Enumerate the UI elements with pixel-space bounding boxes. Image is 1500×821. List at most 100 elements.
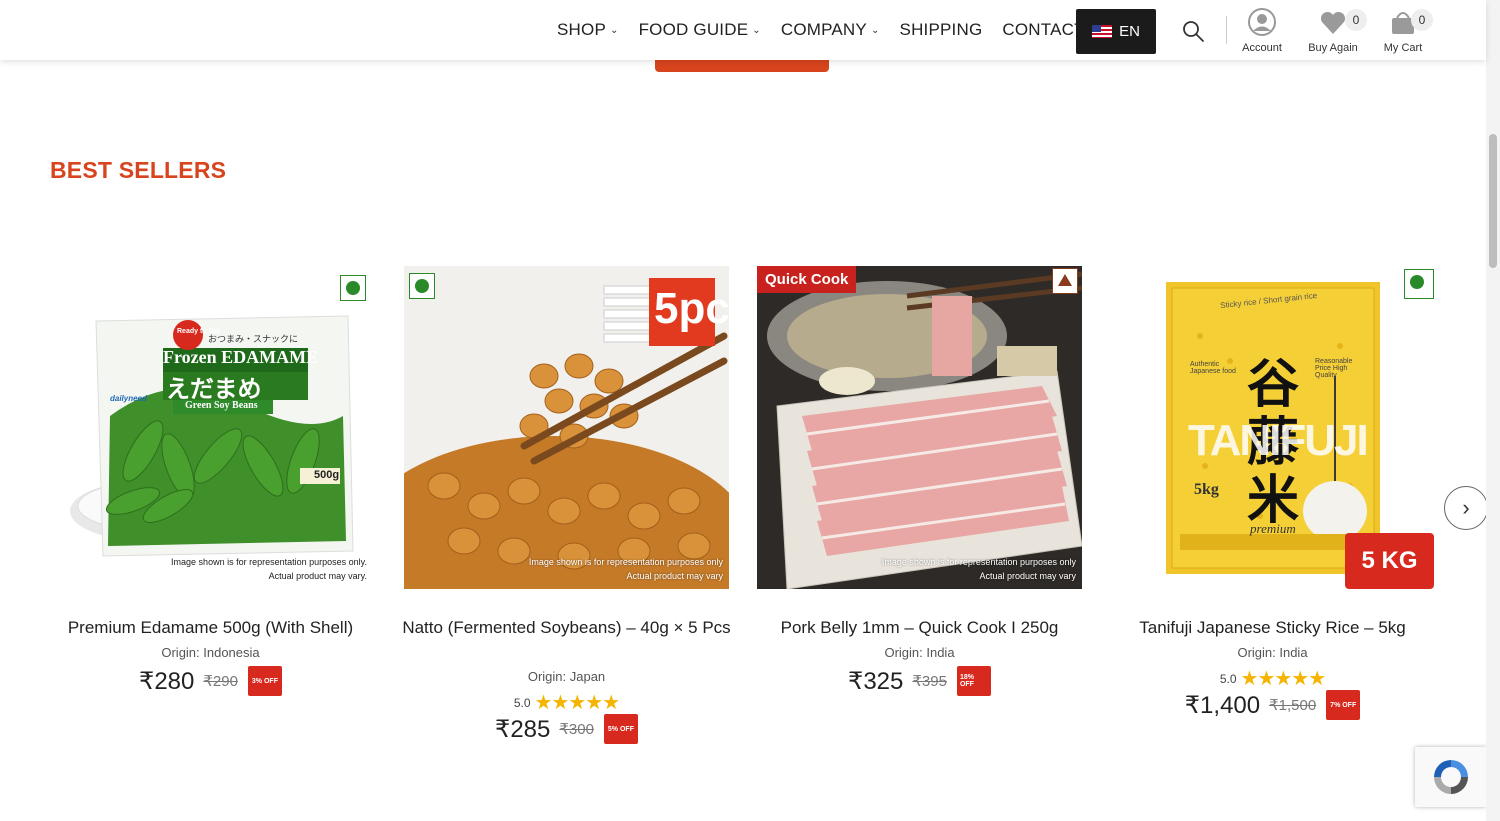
nav-company-label: COMPANY	[780, 20, 867, 39]
pack-title: Frozen EDAMAME	[163, 347, 319, 367]
product-mrp: ₹290	[203, 673, 238, 690]
chevron-down-icon: ⌄	[870, 24, 880, 36]
product-origin: Origin: Japan	[527, 669, 606, 684]
nav-shop-label: SHOP	[557, 20, 606, 39]
site-header: SHOP ⌄ FOOD GUIDE ⌄ COMPANY ⌄ SHIPPING CONT…	[0, 0, 1486, 60]
product-mrp: ₹395	[912, 673, 947, 690]
image-disclaimer: Image shown is for representation purpos…	[171, 555, 367, 583]
image-disclaimer: Image shown is for representation purpos…	[529, 555, 723, 583]
product-price: ₹280	[139, 667, 195, 695]
heart-icon	[1320, 11, 1346, 34]
disclaimer-line-2: Actual product may vary.	[268, 571, 367, 581]
product-name[interactable]: Tanifuji Japanese Sticky Rice – 5kg	[1100, 616, 1445, 639]
buy-again-count-badge: 0	[1345, 9, 1367, 31]
cart-link[interactable]: My Cart 0	[1373, 7, 1433, 54]
cart-label: My Cart	[1383, 42, 1423, 54]
product-image[interactable]: 谷藤米 TANIFUJI Sticky rice / Short grain r…	[1110, 266, 1435, 589]
product-name[interactable]: Pork Belly 1mm – Quick Cook I 250g	[747, 616, 1092, 639]
nav-food-guide-label: FOOD GUIDE	[638, 20, 749, 39]
rating-value: 5.0	[1219, 672, 1237, 686]
pack-count-tag: 5pc	[654, 284, 729, 333]
discount-badge: 5% OFF	[603, 714, 638, 744]
disclaimer-line-1: Image shown is for representation purpos…	[528, 557, 723, 567]
product-price: ₹325	[848, 667, 904, 695]
search-icon[interactable]	[1181, 19, 1205, 43]
nav-shop[interactable]: SHOP ⌄	[557, 19, 619, 41]
header-divider	[1226, 16, 1227, 44]
discount-badge: 7% OFF	[1326, 690, 1361, 720]
veg-indicator-icon	[340, 275, 366, 301]
pork-belly-illustration	[757, 266, 1082, 589]
pack-left-note: Authentic Japanese food	[1190, 361, 1236, 375]
us-flag-icon	[1092, 25, 1113, 38]
account-label: Account	[1242, 42, 1282, 54]
price-row: ₹285 ₹300 5% OFF	[404, 714, 729, 744]
nav-shipping-label: SHIPPING	[899, 20, 983, 39]
cart-count-badge: 0	[1411, 9, 1433, 31]
disclaimer-line-1: Image shown is for representation purpos…	[171, 557, 367, 567]
discount-badge: 18% OFF	[956, 666, 991, 696]
nav-food-guide[interactable]: FOOD GUIDE ⌄	[639, 19, 761, 41]
main-nav: SHOP ⌄ FOOD GUIDE ⌄ COMPANY ⌄ SHIPPING CONT…	[557, 19, 1105, 41]
nav-shipping[interactable]: SHIPPING	[900, 19, 983, 41]
pack-jp-small: おつまみ・スナックに	[208, 334, 299, 344]
product-mrp: ₹300	[559, 721, 594, 738]
pack-weight: 500g	[314, 469, 340, 481]
star-rating-icon: ★★★★★	[1240, 668, 1327, 690]
veg-indicator-icon	[409, 273, 435, 299]
nav-contact-label: CONTACT	[1002, 20, 1085, 39]
disclaimer-line-2: Actual product may vary	[626, 571, 723, 581]
chevron-right-icon: ›	[1462, 495, 1470, 520]
pack-weight: 5kg	[1194, 481, 1219, 498]
account-icon	[1248, 8, 1276, 36]
language-selector[interactable]: EN	[1076, 9, 1156, 54]
image-disclaimer: Image shown is for representation purpos…	[882, 555, 1076, 583]
nav-company[interactable]: COMPANY ⌄	[781, 19, 880, 41]
product-origin: Origin: Indonesia	[161, 645, 260, 660]
edamame-pack-illustration	[70, 315, 354, 557]
account-link[interactable]: Account	[1232, 7, 1292, 54]
product-image[interactable]: Quick Cook Image shown is for representa…	[757, 266, 1082, 589]
price-row: ₹280 ₹290 3% OFF	[48, 666, 373, 696]
product-rating: 5.0 ★★★★★	[404, 690, 729, 715]
quick-cook-tag: Quick Cook	[757, 266, 857, 293]
pack-jp-title: えだまめ	[166, 376, 262, 403]
buy-again-link[interactable]: Buy Again 0	[1303, 7, 1367, 54]
disclaimer-line-1: Image shown is for representation purpos…	[881, 557, 1076, 567]
product-origin: Origin: India	[884, 645, 955, 660]
disclaimer-line-2: Actual product may vary	[979, 571, 1076, 581]
scrollbar-thumb[interactable]	[1489, 134, 1497, 268]
buy-again-label: Buy Again	[1308, 42, 1358, 54]
product-image[interactable]: Ready to Eat おつまみ・スナックに dailyneed Frozen…	[48, 266, 373, 589]
product-origin: Origin: India	[1237, 645, 1308, 660]
star-rating-icon: ★★★★★	[534, 692, 621, 714]
veg-indicator-icon	[1404, 269, 1434, 299]
pack-latin-name: TANIFUJI	[1188, 416, 1369, 465]
weight-tag: 5 KG	[1345, 533, 1434, 589]
product-image[interactable]: 5pc Image shown is for representation pu…	[404, 266, 729, 589]
product-price: ₹285	[495, 715, 551, 743]
language-label: EN	[1119, 23, 1140, 40]
recaptcha-badge[interactable]	[1415, 747, 1486, 807]
product-mrp: ₹1,500	[1269, 697, 1317, 714]
pack-script: premium	[1250, 521, 1296, 536]
product-price: ₹1,400	[1184, 691, 1261, 719]
product-name[interactable]: Premium Edamame 500g (With Shell)	[38, 616, 383, 639]
carousel-next-button[interactable]: ›	[1444, 486, 1488, 530]
pack-subtitle: Green Soy Beans	[185, 400, 258, 411]
price-row: ₹1,400 ₹1,500 7% OFF	[1110, 690, 1435, 720]
nonveg-indicator-icon	[1052, 268, 1078, 294]
chevron-down-icon: ⌄	[752, 24, 761, 36]
page-scrollbar[interactable]	[1486, 0, 1500, 821]
product-name[interactable]: Natto (Fermented Soybeans) – 40g × 5 Pcs	[394, 616, 739, 639]
chevron-down-icon: ⌄	[609, 24, 619, 36]
pack-brand: dailyneed	[110, 394, 147, 403]
nav-contact[interactable]: CONTACT	[1002, 19, 1084, 41]
recaptcha-icon	[1433, 760, 1468, 794]
discount-badge: 3% OFF	[247, 666, 282, 696]
pack-right-note: Reasonable Price High Quality	[1315, 358, 1353, 379]
price-row: ₹325 ₹395 18% OFF	[757, 666, 1082, 696]
rating-value: 5.0	[513, 696, 531, 710]
product-rating: 5.0 ★★★★★	[1110, 666, 1435, 691]
section-title: BEST SELLERS	[50, 157, 227, 183]
